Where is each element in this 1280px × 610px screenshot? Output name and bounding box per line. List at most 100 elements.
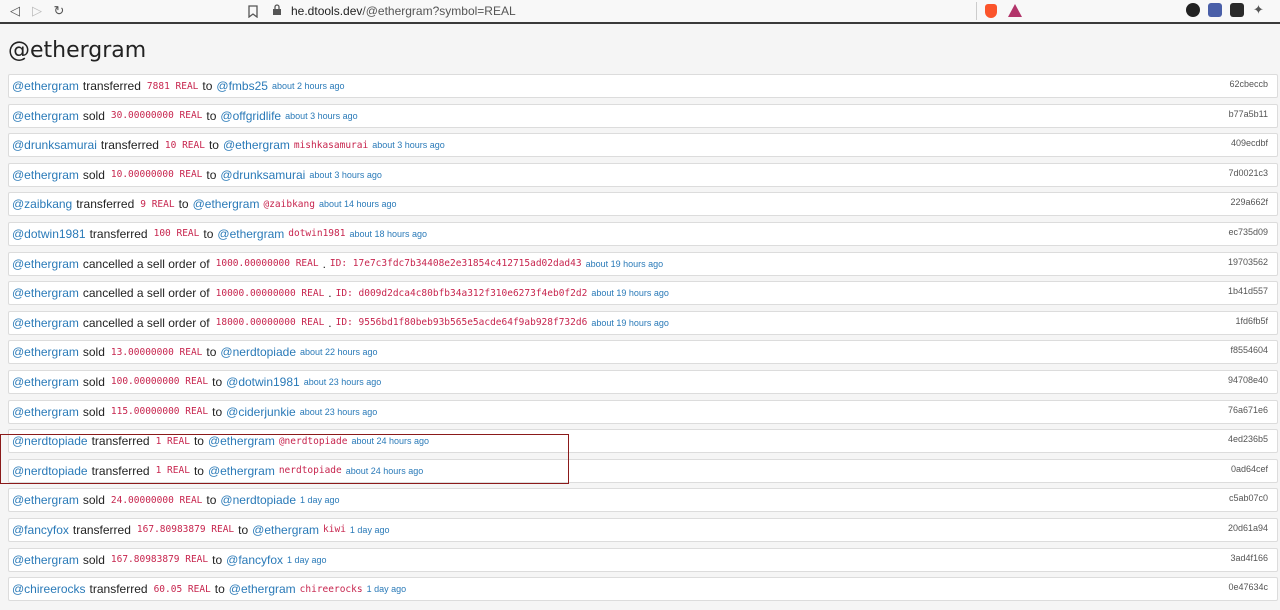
user-link[interactable]: @ethergram xyxy=(12,316,79,330)
user-link[interactable]: @ethergram xyxy=(12,286,79,300)
timestamp[interactable]: 1 day ago xyxy=(350,525,390,535)
back-icon[interactable]: ◁ xyxy=(4,1,26,21)
reload-icon[interactable]: ↻ xyxy=(48,1,70,21)
transaction-row: @ethergram sold 30.00000000 REAL to @offgrid… xyxy=(8,103,1278,128)
timestamp[interactable]: about 24 hours ago xyxy=(346,466,424,476)
bookmark-icon[interactable] xyxy=(246,3,260,19)
amount: 10 REAL xyxy=(164,139,205,151)
user-link[interactable]: @ethergram xyxy=(12,79,79,93)
transaction-hash[interactable]: 0e47634c xyxy=(1228,582,1268,592)
target-user-link[interactable]: @dotwin1981 xyxy=(226,375,300,389)
target-user-link[interactable]: @nerdtopiade xyxy=(220,345,296,359)
target-user-link[interactable]: @ethergram xyxy=(229,582,296,596)
transaction-hash[interactable]: 20d61a94 xyxy=(1228,523,1268,533)
timestamp[interactable]: about 18 hours ago xyxy=(349,229,427,239)
amount: 1000.00000000 REAL xyxy=(215,258,319,270)
user-link[interactable]: @dotwin1981 xyxy=(12,227,86,241)
timestamp[interactable]: about 2 hours ago xyxy=(272,81,345,91)
user-link[interactable]: @zaibkang xyxy=(12,197,72,211)
user-link[interactable]: @chireerocks xyxy=(12,582,86,596)
forward-icon[interactable]: ▷ xyxy=(26,1,48,21)
connector-text: to xyxy=(212,404,223,419)
target-user-link[interactable]: @ethergram xyxy=(208,464,275,478)
transaction-hash[interactable]: 3ad4f166 xyxy=(1230,553,1268,563)
puzzle-icon[interactable]: ✦ xyxy=(1253,2,1267,17)
transaction-hash[interactable]: 229a662f xyxy=(1230,197,1268,207)
timestamp[interactable]: 1 day ago xyxy=(367,584,407,594)
memo: kiwi xyxy=(323,524,346,536)
timestamp[interactable]: about 19 hours ago xyxy=(591,288,669,298)
connector-text: . xyxy=(322,256,326,271)
transaction-hash[interactable]: f8554604 xyxy=(1230,345,1268,355)
user-link[interactable]: @ethergram xyxy=(12,168,79,182)
url-host: he.dtools.dev xyxy=(291,4,363,18)
transaction-hash[interactable]: 1fd6fb5f xyxy=(1235,316,1268,326)
target-user-link[interactable]: @ethergram xyxy=(252,523,319,537)
connector-text: to xyxy=(214,582,225,597)
amount: 100.00000000 REAL xyxy=(110,376,209,388)
brave-rewards-icon[interactable] xyxy=(1008,4,1022,17)
user-link[interactable]: @fancyfox xyxy=(12,523,69,537)
user-link[interactable]: @nerdtopiade xyxy=(12,464,88,478)
transaction-row: @ethergram sold 167.80983879 REAL to @fancyf… xyxy=(8,547,1278,572)
target-user-link[interactable]: @ethergram xyxy=(217,227,284,241)
action-text: sold xyxy=(82,374,105,389)
connector-text: to xyxy=(193,463,204,478)
transaction-hash[interactable]: 0ad64cef xyxy=(1231,464,1268,474)
target-user-link[interactable]: @ciderjunkie xyxy=(226,405,296,419)
timestamp[interactable]: about 3 hours ago xyxy=(372,140,445,150)
memo: ID: 17e7c3fdc7b34408e2e31854c412715ad02d… xyxy=(329,258,582,270)
target-user-link[interactable]: @fancyfox xyxy=(226,553,283,567)
user-link[interactable]: @drunksamurai xyxy=(12,138,97,152)
amount: 115.00000000 REAL xyxy=(110,406,209,418)
timestamp[interactable]: about 23 hours ago xyxy=(300,407,378,417)
transaction-hash[interactable]: 409ecdbf xyxy=(1231,138,1268,148)
transaction-hash[interactable]: 76a671e6 xyxy=(1228,405,1268,415)
lock-icon[interactable] xyxy=(272,4,282,19)
transaction-hash[interactable]: 4ed236b5 xyxy=(1228,434,1268,444)
extension-icon-3[interactable] xyxy=(1230,3,1244,17)
transaction-hash[interactable]: 1b41d557 xyxy=(1228,286,1268,296)
memo: ID: d009d2dca4c80bfb34a312f310e6273f4eb0… xyxy=(335,287,588,299)
timestamp[interactable]: about 22 hours ago xyxy=(300,347,378,357)
transaction-hash[interactable]: c5ab07c0 xyxy=(1229,493,1268,503)
timestamp[interactable]: about 19 hours ago xyxy=(586,259,664,269)
user-link[interactable]: @nerdtopiade xyxy=(12,434,88,448)
timestamp[interactable]: 1 day ago xyxy=(300,495,340,505)
timestamp[interactable]: about 23 hours ago xyxy=(304,377,382,387)
memo: ID: 9556bd1f80beb93b565e5acde64f9ab928f7… xyxy=(335,317,588,329)
user-link[interactable]: @ethergram xyxy=(12,109,79,123)
transaction-hash[interactable]: 62cbeccb xyxy=(1229,79,1268,89)
connector-text: to xyxy=(203,226,214,241)
target-user-link[interactable]: @fmbs25 xyxy=(216,79,268,93)
timestamp[interactable]: 1 day ago xyxy=(287,555,327,565)
address-bar[interactable]: he.dtools.dev/@ethergram?symbol=REAL xyxy=(291,4,516,18)
timestamp[interactable]: about 3 hours ago xyxy=(285,111,358,121)
target-user-link[interactable]: @ethergram xyxy=(223,138,290,152)
user-link[interactable]: @ethergram xyxy=(12,375,79,389)
transaction-hash[interactable]: ec735d09 xyxy=(1228,227,1268,237)
target-user-link[interactable]: @ethergram xyxy=(208,434,275,448)
user-link[interactable]: @ethergram xyxy=(12,553,79,567)
timestamp[interactable]: about 14 hours ago xyxy=(319,199,397,209)
amount: 18000.00000000 REAL xyxy=(215,317,325,329)
extension-icon-1[interactable] xyxy=(1186,3,1200,17)
transaction-hash[interactable]: 19703562 xyxy=(1228,257,1268,267)
brave-shield-icon[interactable] xyxy=(985,4,997,18)
user-link[interactable]: @ethergram xyxy=(12,405,79,419)
target-user-link[interactable]: @ethergram xyxy=(193,197,260,211)
transaction-hash[interactable]: 94708e40 xyxy=(1228,375,1268,385)
user-link[interactable]: @ethergram xyxy=(12,493,79,507)
action-text: transferred xyxy=(100,138,159,153)
transaction-hash[interactable]: 7d0021c3 xyxy=(1228,168,1268,178)
transaction-hash[interactable]: b77a5b11 xyxy=(1229,109,1268,119)
target-user-link[interactable]: @offgridlife xyxy=(220,109,281,123)
timestamp[interactable]: about 24 hours ago xyxy=(351,436,429,446)
extension-icon-k[interactable] xyxy=(1208,3,1222,17)
timestamp[interactable]: about 19 hours ago xyxy=(591,318,669,328)
timestamp[interactable]: about 3 hours ago xyxy=(309,170,382,180)
target-user-link[interactable]: @drunksamurai xyxy=(220,168,305,182)
user-link[interactable]: @ethergram xyxy=(12,345,79,359)
user-link[interactable]: @ethergram xyxy=(12,257,79,271)
target-user-link[interactable]: @nerdtopiade xyxy=(220,493,296,507)
